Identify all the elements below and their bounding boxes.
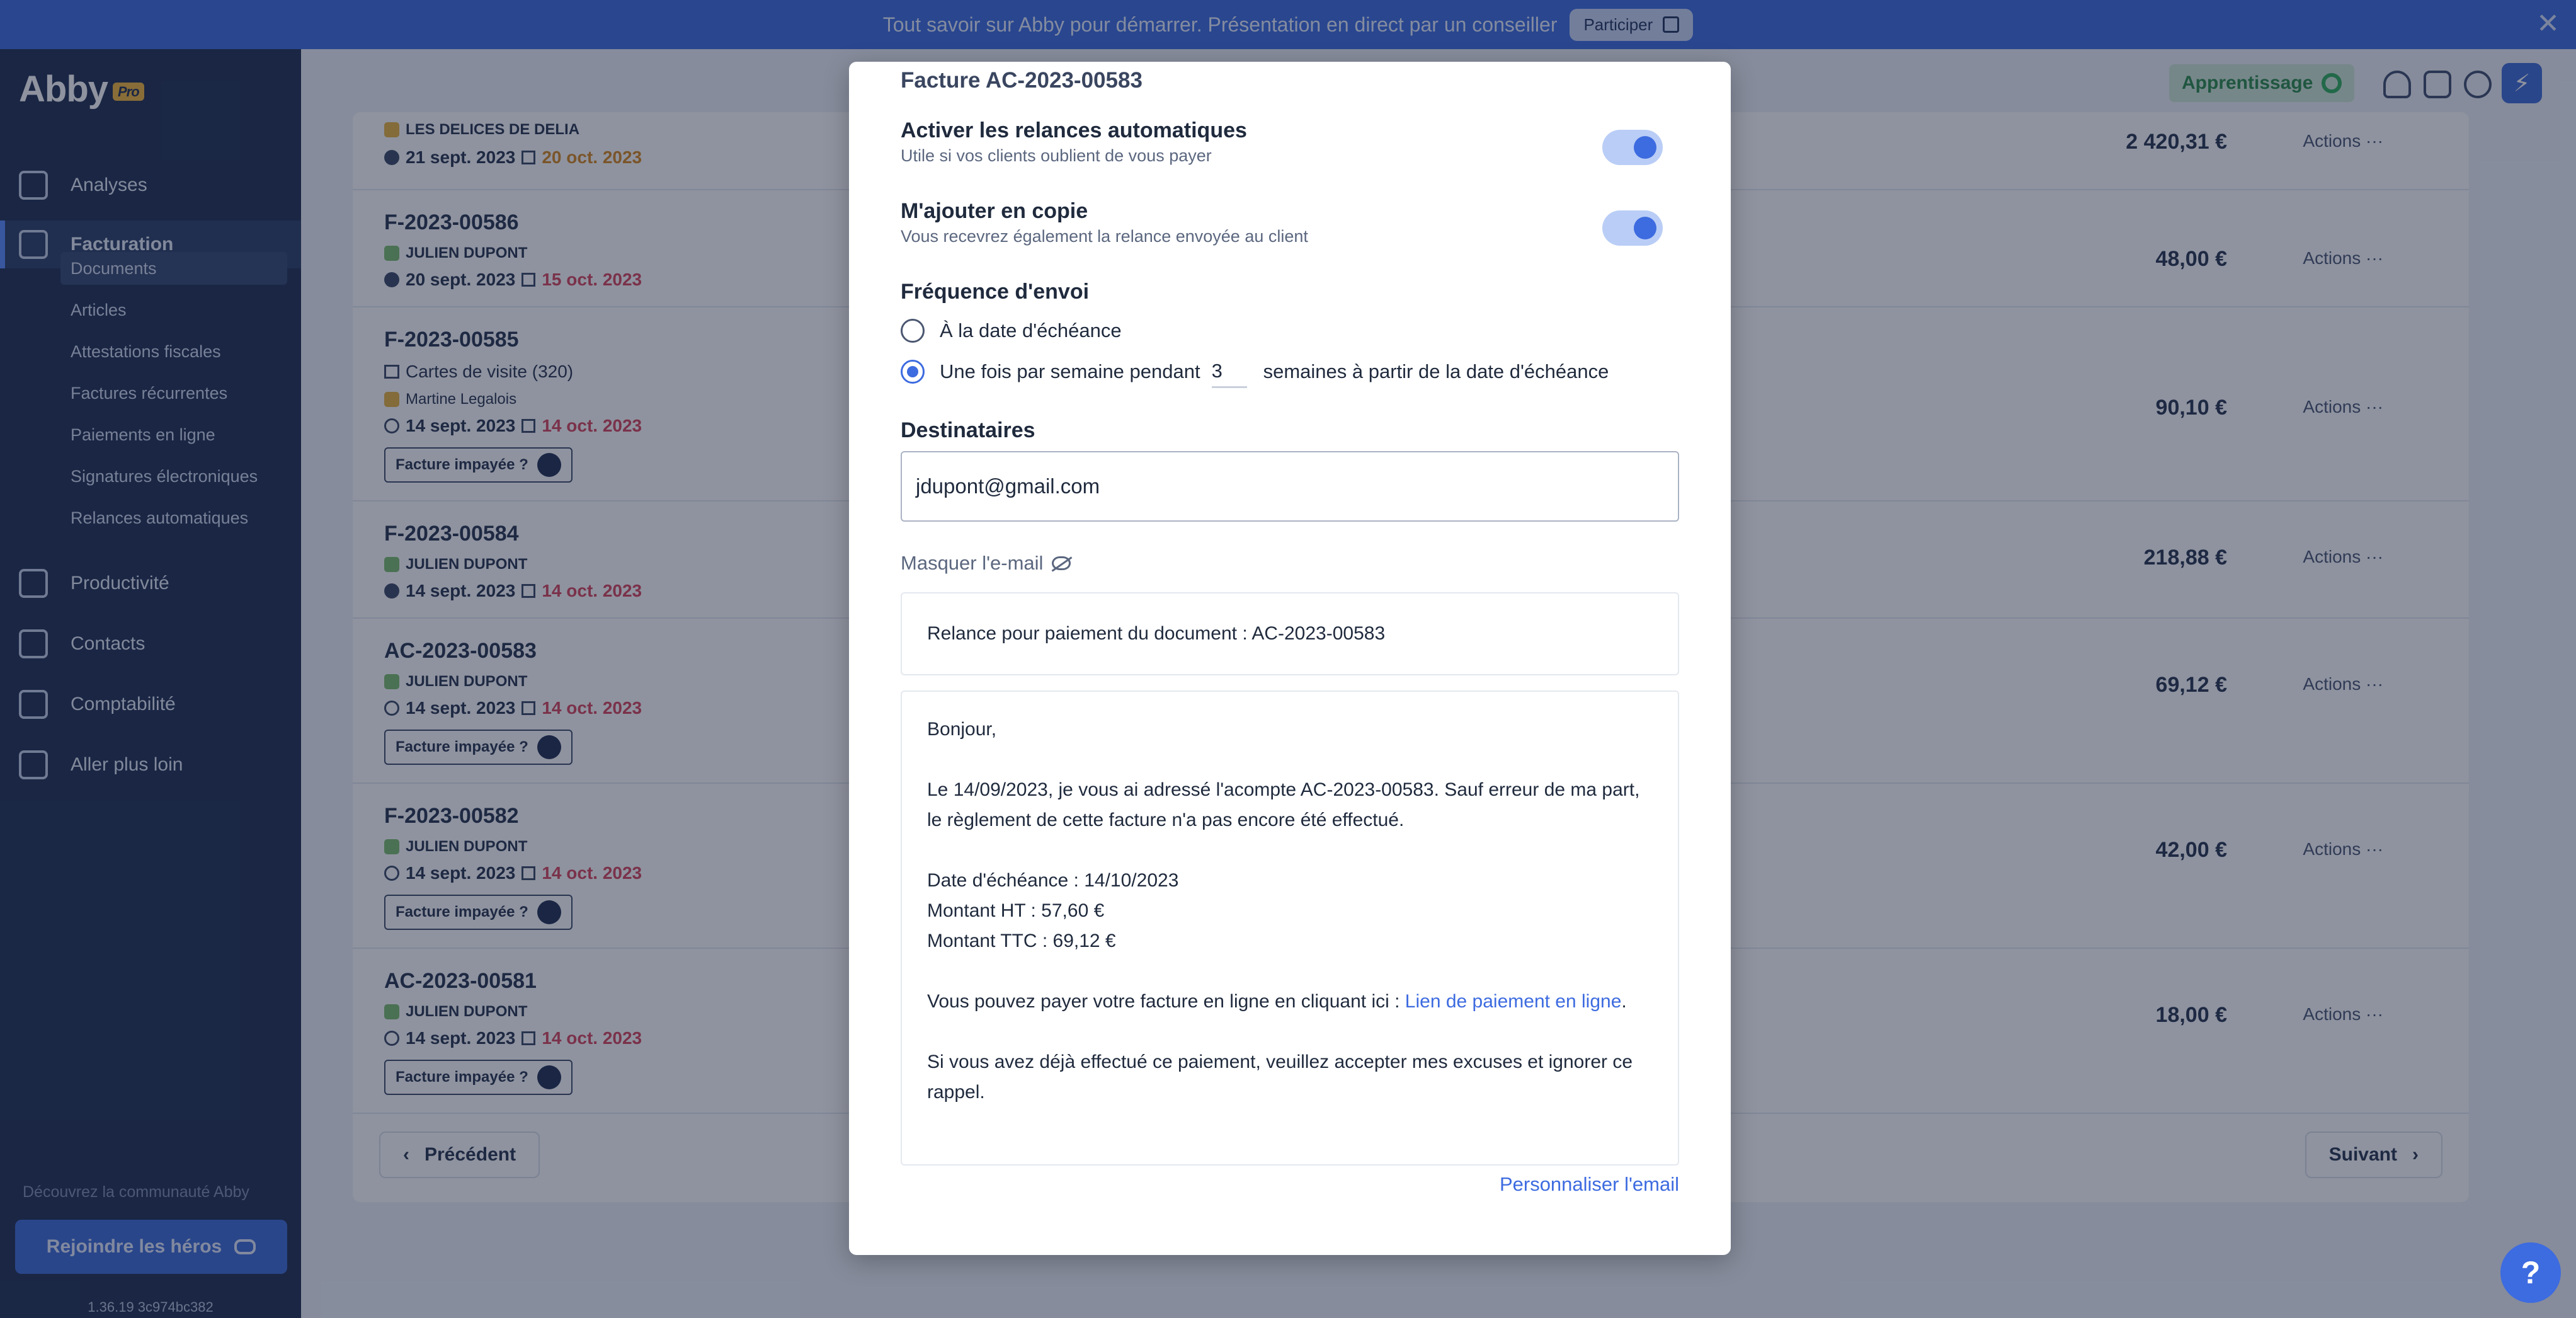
radio-weekly[interactable]: [901, 360, 925, 384]
eye-off-icon: [1052, 556, 1071, 570]
frequency-option-due[interactable]: À la date d'échéance: [901, 319, 1122, 343]
reminder-modal: Facture AC-2023-00583 Activer les relanc…: [849, 62, 1731, 1255]
email-subject[interactable]: Relance pour paiement du document : AC-2…: [901, 592, 1679, 675]
body-paragraph: Le 14/09/2023, je vous ai adressé l'acom…: [927, 779, 1640, 830]
mask-email-link[interactable]: Masquer l'e-mail: [901, 552, 1071, 575]
mask-label: Masquer l'e-mail: [901, 552, 1044, 574]
copy-me-title: M'ajouter en copie: [901, 199, 1088, 223]
copy-me-subtitle: Vous recevrez également la relance envoy…: [901, 227, 1308, 246]
weeks-input[interactable]: [1211, 355, 1247, 388]
auto-reminders-subtitle: Utile si vos clients oublient de vous pa…: [901, 146, 1212, 165]
body-due-line: Date d'échéance : 14/10/2023: [927, 870, 1179, 891]
pay-suffix: .: [1621, 991, 1627, 1012]
copy-me-toggle[interactable]: [1602, 210, 1663, 246]
body-ttc-line: Montant TTC : 69,12 €: [927, 931, 1116, 951]
email-body[interactable]: Bonjour, Le 14/09/2023, je vous ai adres…: [901, 691, 1679, 1166]
radio-due[interactable]: [901, 319, 925, 343]
body-pay-paragraph: Vous pouvez payer votre facture en ligne…: [927, 987, 1653, 1017]
recipients-input[interactable]: jdupont@gmail.com: [901, 451, 1679, 522]
option-weekly-prefix: Une fois par semaine pendant: [940, 360, 1200, 382]
frequency-title: Fréquence d'envoi: [901, 280, 1090, 304]
pay-prefix: Vous pouvez payer votre facture en ligne…: [927, 991, 1405, 1012]
payment-link[interactable]: Lien de paiement en ligne: [1405, 991, 1622, 1012]
help-button[interactable]: ?: [2500, 1242, 2561, 1303]
recipients-title: Destinataires: [901, 418, 1035, 442]
body-ht-line: Montant HT : 57,60 €: [927, 900, 1105, 921]
toggle-knob: [1634, 136, 1656, 159]
customize-email-link[interactable]: Personnaliser l'email: [1500, 1173, 1679, 1196]
modal-title: Facture AC-2023-00583: [901, 68, 1143, 93]
option-weekly-suffix: semaines à partir de la date d'échéance: [1263, 360, 1609, 382]
auto-reminders-toggle[interactable]: [1602, 130, 1663, 165]
option-due-label: À la date d'échéance: [940, 319, 1122, 341]
body-closing: Si vous avez déjà effectué ce paiement, …: [927, 1052, 1633, 1103]
frequency-option-weekly[interactable]: Une fois par semaine pendant semaines à …: [901, 355, 1609, 388]
toggle-knob: [1634, 217, 1656, 239]
auto-reminders-title: Activer les relances automatiques: [901, 118, 1247, 142]
body-greeting: Bonjour,: [927, 719, 997, 740]
